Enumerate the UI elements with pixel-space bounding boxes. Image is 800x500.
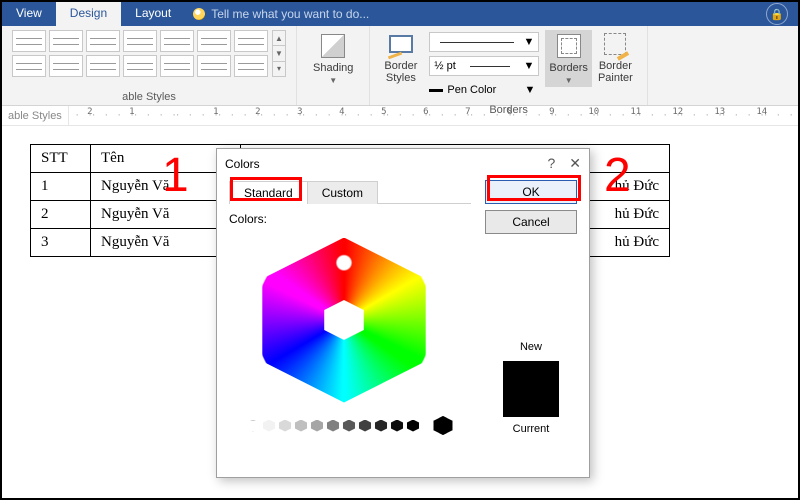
border-styles-button[interactable]: Border Styles [378, 30, 423, 84]
table-styles-gallery[interactable] [12, 30, 268, 77]
border-line-style[interactable]: ▼ [429, 32, 539, 52]
color-hexagon-picker[interactable] [229, 230, 459, 410]
pen-color-icon [429, 89, 443, 92]
chevron-down-icon: ▼ [565, 76, 573, 85]
gray-swatch[interactable] [406, 420, 420, 432]
gray-swatch[interactable] [278, 420, 292, 432]
gray-swatch[interactable] [262, 420, 276, 432]
weight-value: ½ pt [434, 60, 455, 72]
gray-swatch[interactable] [374, 420, 388, 432]
table-style-swatch[interactable] [197, 55, 231, 77]
line-weight-icon [470, 66, 510, 67]
protection-icon[interactable] [766, 3, 788, 25]
chevron-down-icon: ▼ [524, 60, 535, 72]
table-style-swatch[interactable] [49, 55, 83, 77]
border-styles-icon [389, 35, 413, 53]
ribbon-tabs: View Design Layout Tell me what you want… [2, 2, 798, 26]
gallery-more-icon[interactable]: ▾ [273, 62, 285, 76]
cell-stt[interactable]: 1 [31, 173, 91, 201]
pen-color[interactable]: Pen Color ▼ [429, 80, 539, 100]
tab-custom[interactable]: Custom [307, 181, 378, 204]
table-style-swatch[interactable] [160, 30, 194, 52]
tell-me-search[interactable]: Tell me what you want to do... [185, 2, 377, 26]
tab-layout[interactable]: Layout [121, 2, 185, 26]
lightbulb-icon [193, 8, 205, 20]
new-color-label: New [485, 341, 577, 353]
selected-color-hex[interactable] [432, 416, 454, 435]
table-style-swatch[interactable] [86, 30, 120, 52]
ok-button[interactable]: OK [485, 180, 577, 204]
gallery-down-icon[interactable]: ▼ [273, 46, 285, 61]
tab-design[interactable]: Design [56, 2, 121, 26]
gray-swatch[interactable] [390, 420, 404, 432]
dialog-tabs: Standard Custom [229, 180, 471, 204]
table-style-swatch[interactable] [12, 55, 46, 77]
table-style-swatch[interactable] [234, 55, 268, 77]
horizontal-ruler[interactable]: 21 1234567891011121314151617 [69, 107, 798, 125]
current-color-label: Current [485, 423, 577, 435]
gray-swatch[interactable] [342, 420, 356, 432]
chevron-down-icon: ▼ [525, 84, 536, 96]
color-preview [503, 361, 559, 417]
annotation-number-1: 1 [162, 152, 189, 200]
header-stt[interactable]: STT [31, 145, 91, 173]
chevron-down-icon: ▼ [524, 36, 535, 48]
group-label-table-styles: able Styles [12, 91, 286, 103]
pen-color-label: Pen Color [447, 84, 496, 96]
borders-button[interactable]: Borders ▼ [545, 30, 592, 87]
table-style-swatch[interactable] [49, 30, 83, 52]
table-styles-label-cut: able Styles [2, 106, 69, 125]
ruler-row: able Styles 21 1234567891011121314151617 [2, 106, 798, 126]
shading-button[interactable]: Shading ▼ [307, 32, 359, 85]
gray-swatch[interactable] [294, 420, 308, 432]
tab-view[interactable]: View [2, 2, 56, 26]
table-style-swatch[interactable] [197, 30, 231, 52]
grayscale-row[interactable] [229, 416, 471, 435]
border-painter-button[interactable]: Border Painter [592, 30, 639, 84]
table-style-swatch[interactable] [160, 55, 194, 77]
colors-dialog: Colors ? ✕ Standard Custom Colors: [216, 148, 590, 478]
borders-icon [558, 35, 580, 57]
shading-label: Shading [313, 62, 353, 74]
table-style-swatch[interactable] [123, 30, 157, 52]
gallery-up-icon[interactable]: ▲ [273, 31, 285, 46]
gray-swatch[interactable] [326, 420, 340, 432]
border-painter-label: Border Painter [598, 60, 633, 84]
dialog-title: Colors [225, 157, 260, 171]
tab-standard[interactable]: Standard [229, 181, 308, 204]
cancel-button[interactable]: Cancel [485, 210, 577, 234]
gallery-scroll[interactable]: ▲ ▼ ▾ [272, 30, 286, 77]
dialog-close-button[interactable]: ✕ [569, 155, 581, 172]
cell-stt[interactable]: 3 [31, 229, 91, 257]
border-styles-label: Border Styles [384, 60, 417, 84]
annotation-number-2: 2 [604, 152, 631, 200]
table-style-swatch[interactable] [123, 55, 157, 77]
line-style-icon [440, 42, 513, 43]
chevron-down-icon: ▼ [329, 76, 337, 85]
gray-swatch[interactable] [310, 420, 324, 432]
dialog-help-button[interactable]: ? [547, 155, 555, 172]
colors-label: Colors: [229, 212, 471, 226]
table-style-swatch[interactable] [86, 55, 120, 77]
borders-label: Borders [549, 62, 588, 74]
border-painter-icon [604, 33, 626, 55]
ribbon: ▲ ▼ ▾ able Styles Shading ▼ Border Style… [2, 26, 798, 106]
gray-swatch[interactable] [246, 420, 260, 432]
gray-swatch[interactable] [358, 420, 372, 432]
table-style-swatch[interactable] [12, 30, 46, 52]
table-style-swatch[interactable] [234, 30, 268, 52]
tell-me-placeholder: Tell me what you want to do... [211, 7, 369, 21]
shading-icon [321, 34, 345, 58]
border-weight[interactable]: ½ pt ▼ [429, 56, 539, 76]
cell-stt[interactable]: 2 [31, 201, 91, 229]
